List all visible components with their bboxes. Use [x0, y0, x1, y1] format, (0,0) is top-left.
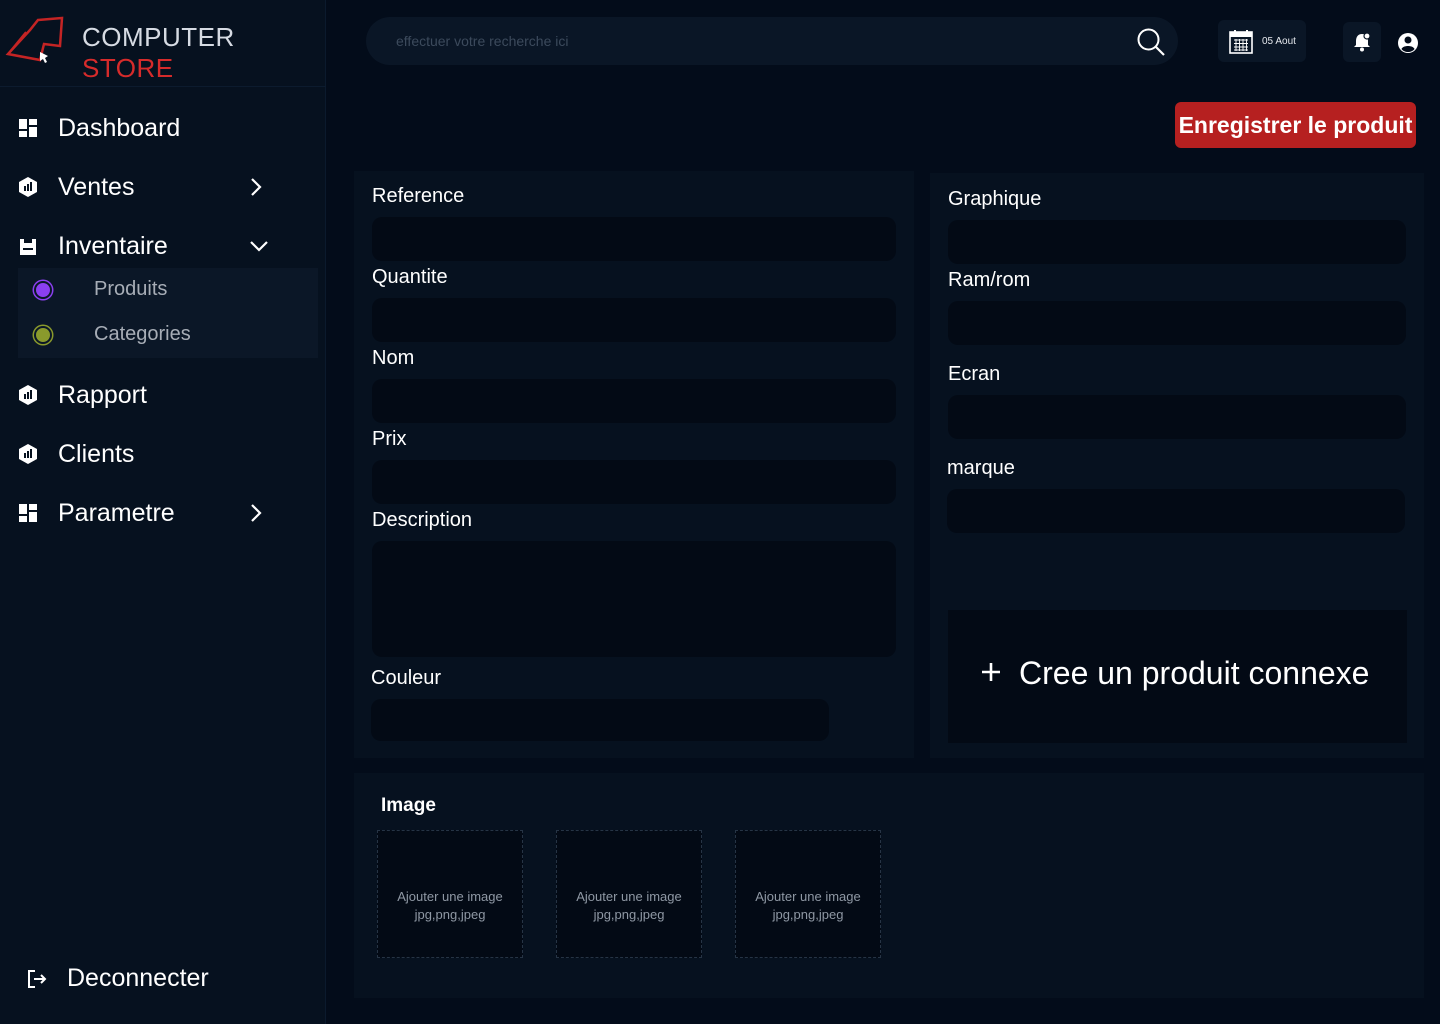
calendar-icon: [1229, 30, 1253, 54]
store-logo-icon: [5, 16, 64, 63]
chevron-right-icon: [251, 504, 262, 522]
grid-icon: [19, 504, 37, 522]
ecran-field[interactable]: [948, 395, 1406, 439]
marque-label: marque: [947, 457, 1015, 479]
image-section-title: Image: [381, 795, 436, 816]
image-upload-hint-line2: jpg,png,jpeg: [593, 907, 665, 922]
purple-dot-icon: [34, 281, 52, 299]
sidebar-item-parametre[interactable]: Parametre: [0, 491, 300, 535]
brand-name-part2: STORE: [82, 53, 174, 83]
sidebar-item-label: Dashboard: [58, 113, 181, 142]
nom-label: Nom: [372, 347, 415, 369]
image-upload-hint-line2: jpg,png,jpeg: [414, 907, 486, 922]
sidebar-item-rapport[interactable]: Rapport: [0, 373, 300, 417]
image-upload-hint-line2: jpg,png,jpeg: [772, 907, 844, 922]
sidebar-item-ventes[interactable]: Ventes: [0, 165, 300, 209]
user-circle-icon[interactable]: [1397, 32, 1419, 54]
plus-icon: [982, 663, 1000, 681]
chart-icon: [19, 444, 37, 464]
sidebar-item-label: Inventaire: [58, 231, 168, 260]
sidebar-item-dashboard[interactable]: Dashboard: [0, 106, 300, 150]
sidebar-item-clients[interactable]: Clients: [0, 432, 300, 476]
couleur-label: Couleur: [371, 667, 442, 689]
ramrom-field[interactable]: [948, 301, 1406, 345]
graphique-label: Graphique: [948, 188, 1042, 210]
image-upload-hint: Ajouter une image jpg,png,jpeg: [378, 888, 522, 924]
reference-label: Reference: [372, 185, 465, 207]
image-upload-hint: Ajouter une image jpg,png,jpeg: [557, 888, 701, 924]
image-upload-slot[interactable]: Ajouter une image jpg,png,jpeg: [735, 830, 881, 958]
brand-name-part1: COMPUTER: [82, 22, 235, 52]
brand: COMPUTER STORE: [0, 0, 326, 87]
nom-field[interactable]: [372, 379, 896, 423]
sidebar-item-label: Clients: [58, 439, 135, 468]
image-upload-hint-line1: Ajouter une image: [576, 889, 682, 904]
image-upload-hint-line1: Ajouter une image: [755, 889, 861, 904]
sidebar-subitem-categories[interactable]: Categories: [18, 313, 318, 357]
ramrom-label: Ram/rom: [948, 269, 1031, 291]
image-upload-hint: Ajouter une image jpg,png,jpeg: [736, 888, 880, 924]
sidebar: COMPUTER STORE Dashboard Ventes Inventai…: [0, 0, 326, 1024]
logout-button[interactable]: Deconnecter: [0, 958, 300, 1002]
search-bar: [366, 17, 1178, 65]
date-display[interactable]: 05 Aout: [1218, 20, 1306, 62]
save-product-button[interactable]: Enregistrer le produit: [1175, 102, 1416, 148]
image-upload-slot[interactable]: Ajouter une image jpg,png,jpeg: [556, 830, 702, 958]
chevron-right-icon: [251, 178, 262, 196]
reference-field[interactable]: [372, 217, 896, 261]
sidebar-subitem-produits[interactable]: Produits: [18, 268, 318, 312]
date-text: 05 Aout: [1262, 36, 1296, 47]
chevron-down-icon: [250, 241, 268, 252]
image-upload-slot[interactable]: Ajouter une image jpg,png,jpeg: [377, 830, 523, 958]
box-icon: [20, 239, 36, 255]
bell-icon: [1354, 32, 1371, 52]
olive-dot-icon: [34, 326, 52, 344]
sidebar-item-inventaire[interactable]: Inventaire: [0, 224, 300, 268]
prix-field[interactable]: [372, 460, 896, 504]
sidebar-subitem-label: Produits: [94, 278, 168, 300]
description-label: Description: [372, 509, 473, 531]
logout-icon: [28, 970, 47, 988]
inventaire-submenu: Produits Categories: [18, 268, 318, 358]
chart-icon: [19, 385, 37, 405]
sidebar-item-label: Rapport: [58, 380, 147, 409]
marque-field[interactable]: [947, 489, 1405, 533]
logout-label: Deconnecter: [67, 964, 209, 992]
search-icon[interactable]: [1136, 27, 1166, 57]
prix-label: Prix: [372, 428, 407, 450]
search-input[interactable]: [396, 29, 1096, 53]
sidebar-item-label: Ventes: [58, 172, 135, 201]
image-upload-hint-line1: Ajouter une image: [397, 889, 503, 904]
graphique-field[interactable]: [948, 220, 1406, 264]
brand-name: COMPUTER STORE: [82, 22, 326, 84]
quantite-label: Quantite: [372, 266, 448, 288]
sidebar-subitem-label: Categories: [94, 323, 191, 345]
description-field[interactable]: [372, 541, 896, 657]
grid-icon: [19, 119, 37, 137]
sidebar-item-label: Parametre: [58, 498, 175, 527]
ecran-label: Ecran: [948, 363, 1001, 385]
couleur-field[interactable]: [371, 699, 829, 741]
chart-icon: [19, 177, 37, 197]
quantite-field[interactable]: [372, 298, 896, 342]
notification-button[interactable]: [1343, 22, 1381, 62]
create-related-product-label: Cree un produit connexe: [1019, 655, 1370, 691]
